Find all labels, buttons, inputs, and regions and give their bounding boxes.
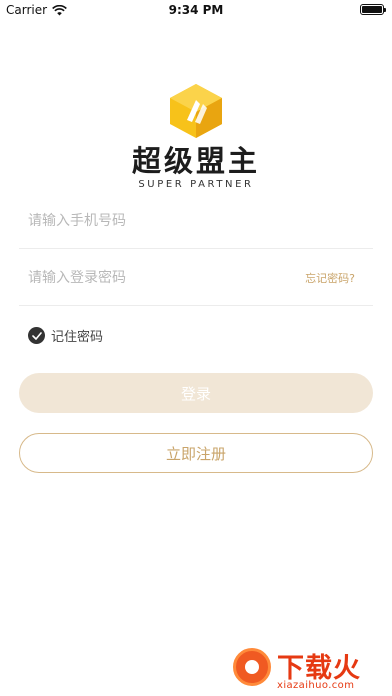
password-input[interactable]	[19, 250, 306, 305]
login-button[interactable]: 登录	[19, 373, 373, 413]
remember-password-toggle[interactable]: 记住密码	[28, 326, 103, 345]
battery-level	[362, 6, 382, 13]
app-title: 超级盟主	[131, 144, 260, 178]
watermark: 下载火 xiazaihuo.com	[231, 644, 391, 694]
logo-block: 超级盟主 SUPER PARTNER	[0, 82, 392, 191]
hexagon-logo-icon	[170, 84, 222, 138]
phone-input[interactable]	[19, 193, 373, 248]
remember-password-label: 记住密码	[51, 330, 104, 345]
watermark-url: xiazaihuo.com	[277, 680, 355, 691]
watermark-logo-icon	[233, 648, 271, 686]
forgot-password-link[interactable]: 忘记密码?	[305, 270, 373, 286]
status-bar: Carrier 9:34 PM	[0, 0, 392, 22]
register-button[interactable]: 立即注册	[19, 433, 373, 473]
battery-icon	[360, 4, 386, 15]
status-time: 9:34 PM	[168, 3, 224, 17]
phone-field-row	[19, 193, 373, 249]
checkmark-icon[interactable]	[28, 327, 45, 344]
status-right	[360, 4, 386, 15]
login-screen: Carrier 9:34 PM 超级盟主 SUPER PARTNER 请输入手机…	[0, 0, 392, 696]
app-subtitle: SUPER PARTNER	[138, 179, 254, 190]
watermark-logo-center	[245, 660, 259, 674]
password-field-row: 忘记密码?	[19, 250, 373, 306]
